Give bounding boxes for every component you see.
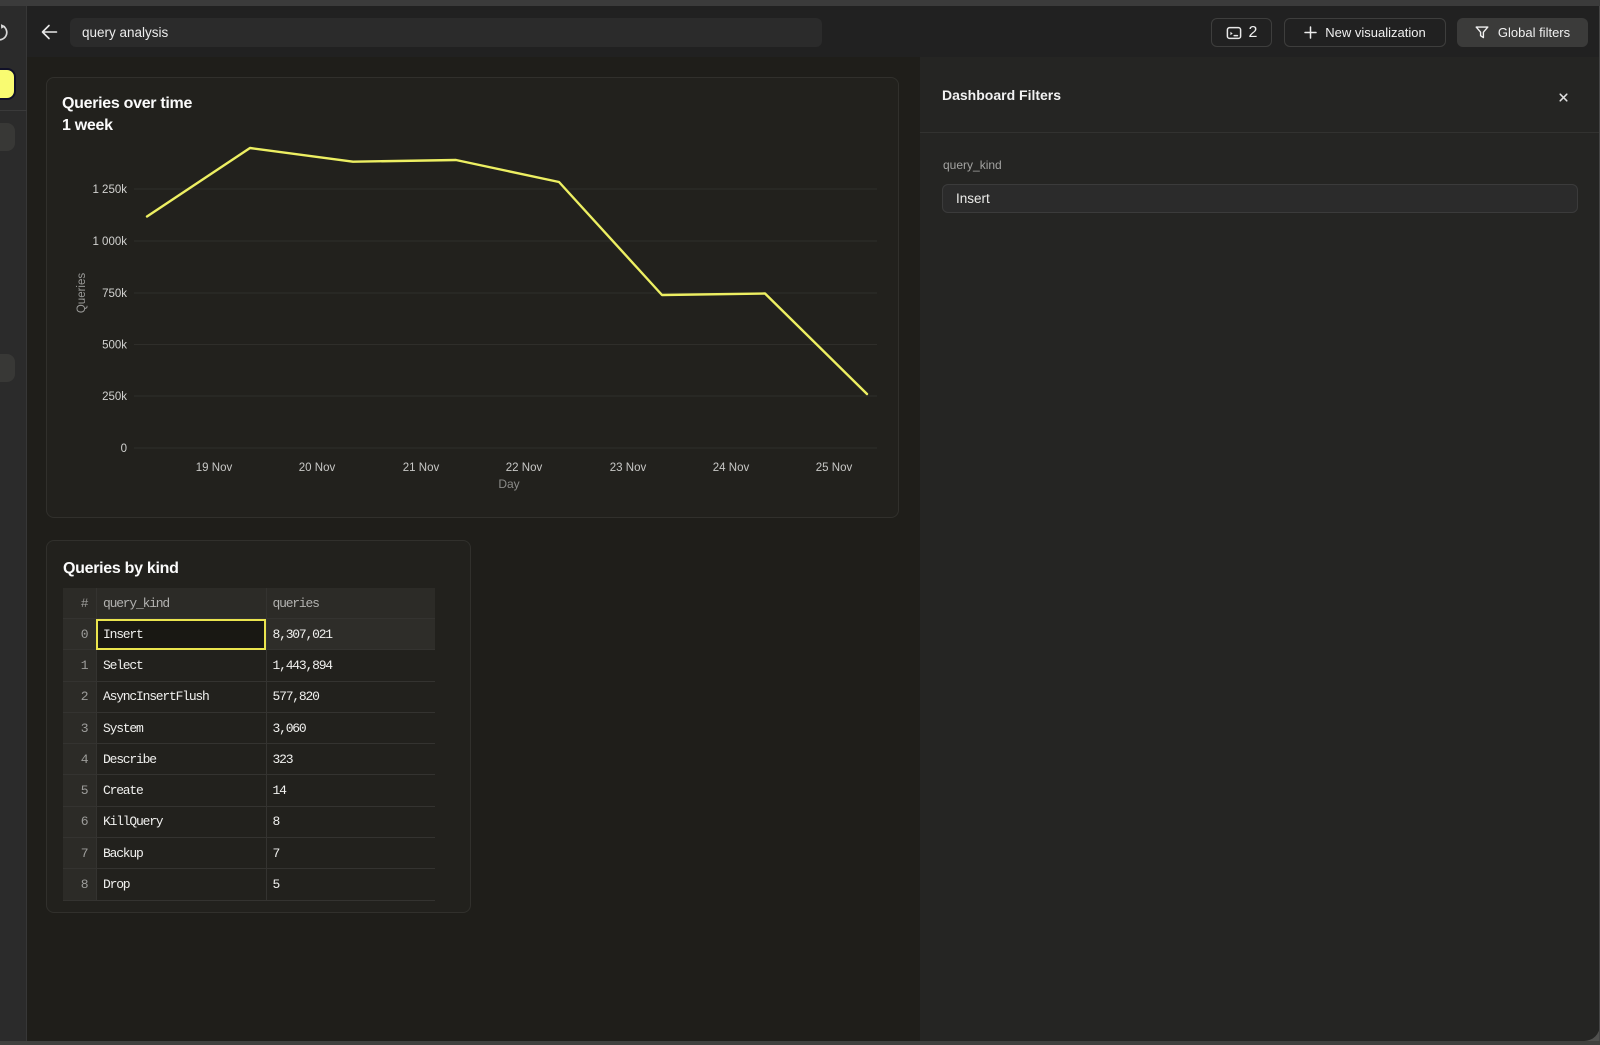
svg-text:0: 0 (121, 443, 127, 455)
svg-text:750k: 750k (102, 288, 127, 300)
svg-text:19 Nov: 19 Nov (196, 462, 233, 474)
svg-text:1 000k: 1 000k (92, 236, 127, 248)
svg-text:24 Nov: 24 Nov (713, 462, 750, 474)
svg-text:25 Nov: 25 Nov (816, 462, 853, 474)
svg-text:22 Nov: 22 Nov (506, 462, 543, 474)
svg-text:500k: 500k (102, 340, 127, 352)
svg-text:Day: Day (498, 477, 519, 491)
svg-text:Queries: Queries (76, 273, 88, 314)
svg-text:20 Nov: 20 Nov (299, 462, 336, 474)
svg-text:250k: 250k (102, 391, 127, 403)
svg-text:21 Nov: 21 Nov (403, 462, 440, 474)
svg-text:23 Nov: 23 Nov (610, 462, 647, 474)
svg-text:1 250k: 1 250k (92, 184, 127, 196)
